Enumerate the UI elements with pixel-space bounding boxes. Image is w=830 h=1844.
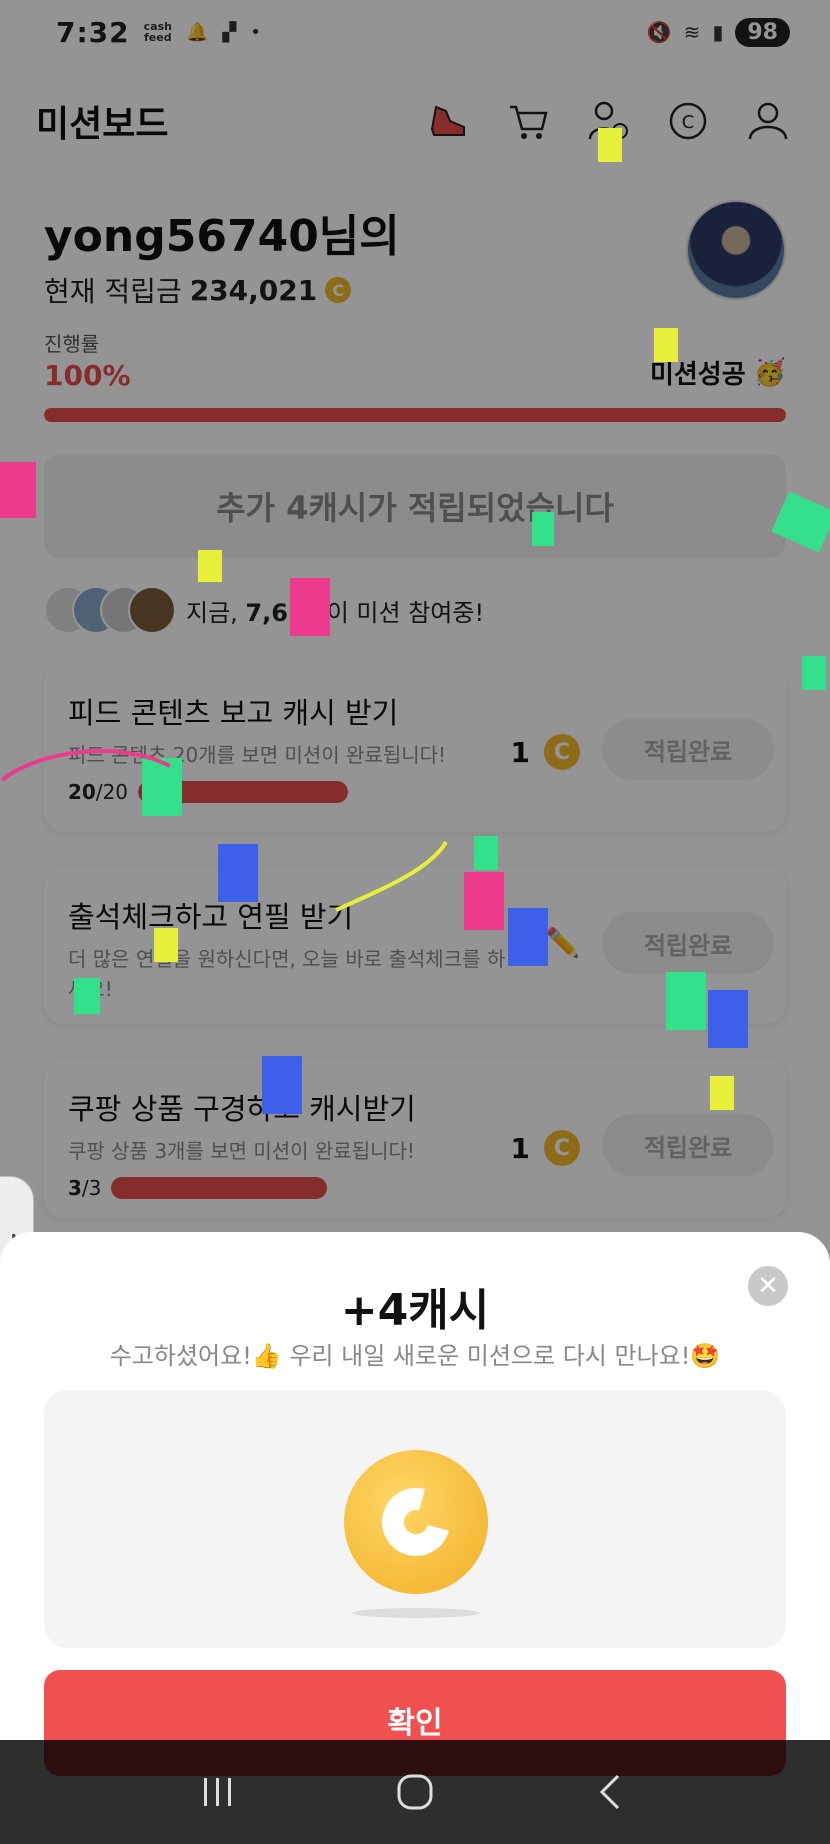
confetti-piece — [508, 908, 548, 966]
confetti-piece — [74, 978, 100, 1014]
big-coin-icon — [344, 1450, 488, 1594]
reward-title: +4캐시 — [340, 1285, 490, 1336]
confetti-piece — [710, 1076, 734, 1110]
confetti-streamer — [0, 749, 171, 782]
confetti-piece — [464, 872, 504, 930]
confetti-piece — [218, 844, 258, 902]
confetti-piece — [474, 836, 498, 870]
back-icon — [599, 1774, 619, 1810]
coin-panel — [44, 1390, 786, 1648]
confetti-streamer — [335, 840, 448, 912]
back-button[interactable] — [582, 1762, 642, 1822]
confetti-piece — [0, 462, 36, 518]
reward-subtitle: 수고하셨어요!👍 우리 내일 새로운 미션으로 다시 만나요!🤩 — [109, 1342, 721, 1370]
confetti-piece — [262, 1056, 302, 1114]
confetti-piece — [802, 656, 826, 690]
confetti-piece — [532, 512, 554, 546]
confetti-piece — [290, 578, 330, 636]
confetti-piece — [154, 928, 178, 962]
confetti-piece — [598, 128, 622, 162]
confetti-piece — [198, 550, 222, 582]
system-nav-bar — [0, 1740, 830, 1844]
confetti-piece — [666, 972, 706, 1030]
recent-apps-button[interactable] — [188, 1762, 248, 1822]
recent-apps-icon — [204, 1778, 232, 1806]
confetti-piece — [654, 328, 678, 362]
home-icon — [397, 1774, 433, 1810]
mission-board-screen: 7:32 cash feed 🔔 ▞ • 🔇 ≋ ▮ 98 미션보드 C yon… — [0, 0, 830, 1844]
home-button[interactable] — [385, 1762, 445, 1822]
confetti-piece — [708, 990, 748, 1048]
